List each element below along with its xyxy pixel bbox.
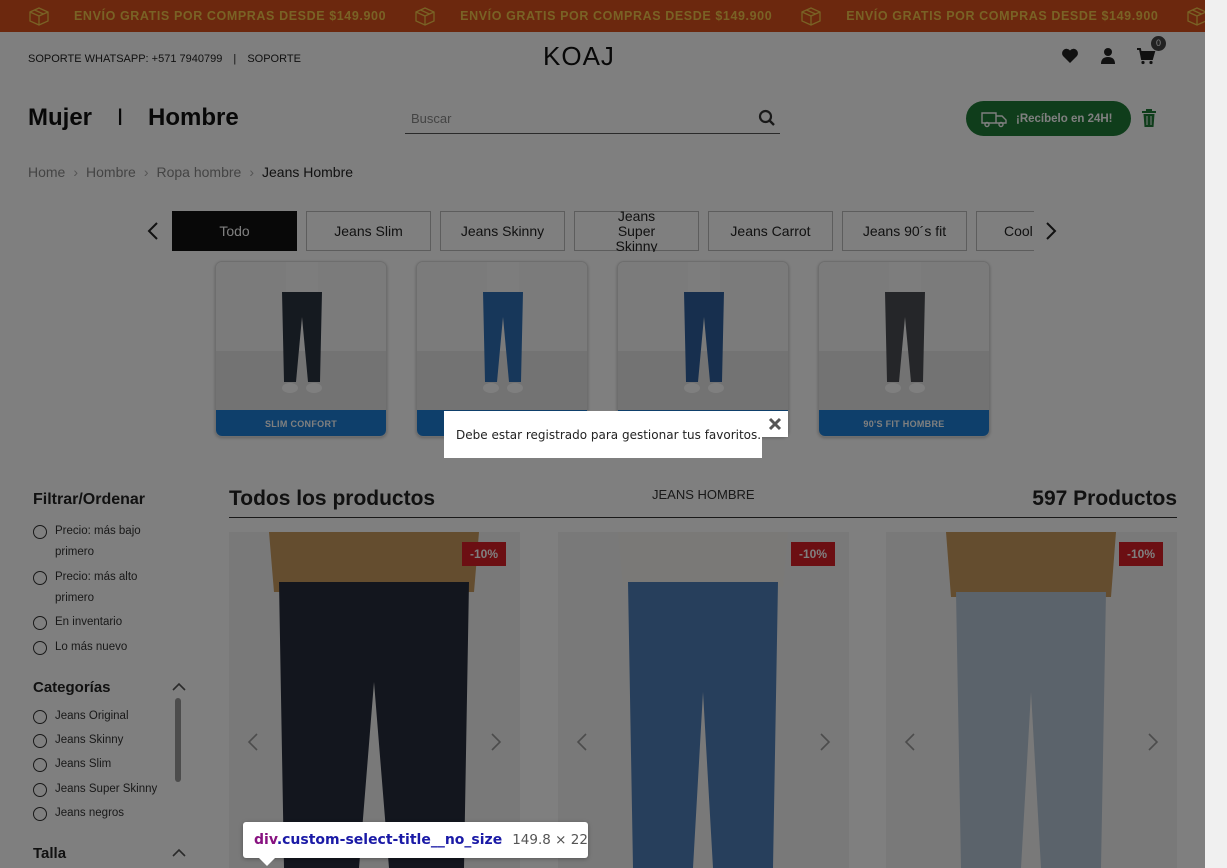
devtools-tooltip: div.custom-select-title__no_size 149.8 × …: [243, 822, 588, 858]
tooltip-tag: div: [254, 832, 277, 848]
favorites-alert: Debe estar registrado para gestionar tus…: [444, 411, 762, 458]
alert-message: Debe estar registrado para gestionar tus…: [456, 428, 762, 442]
alert-close-button[interactable]: [762, 411, 788, 437]
close-icon: [768, 417, 782, 431]
tooltip-dimensions: 149.8 × 22: [512, 832, 588, 848]
tooltip-arrow: [259, 858, 275, 866]
page-scrollbar[interactable]: [1205, 0, 1227, 868]
tooltip-class: .custom-select-title__no_size: [276, 832, 503, 848]
